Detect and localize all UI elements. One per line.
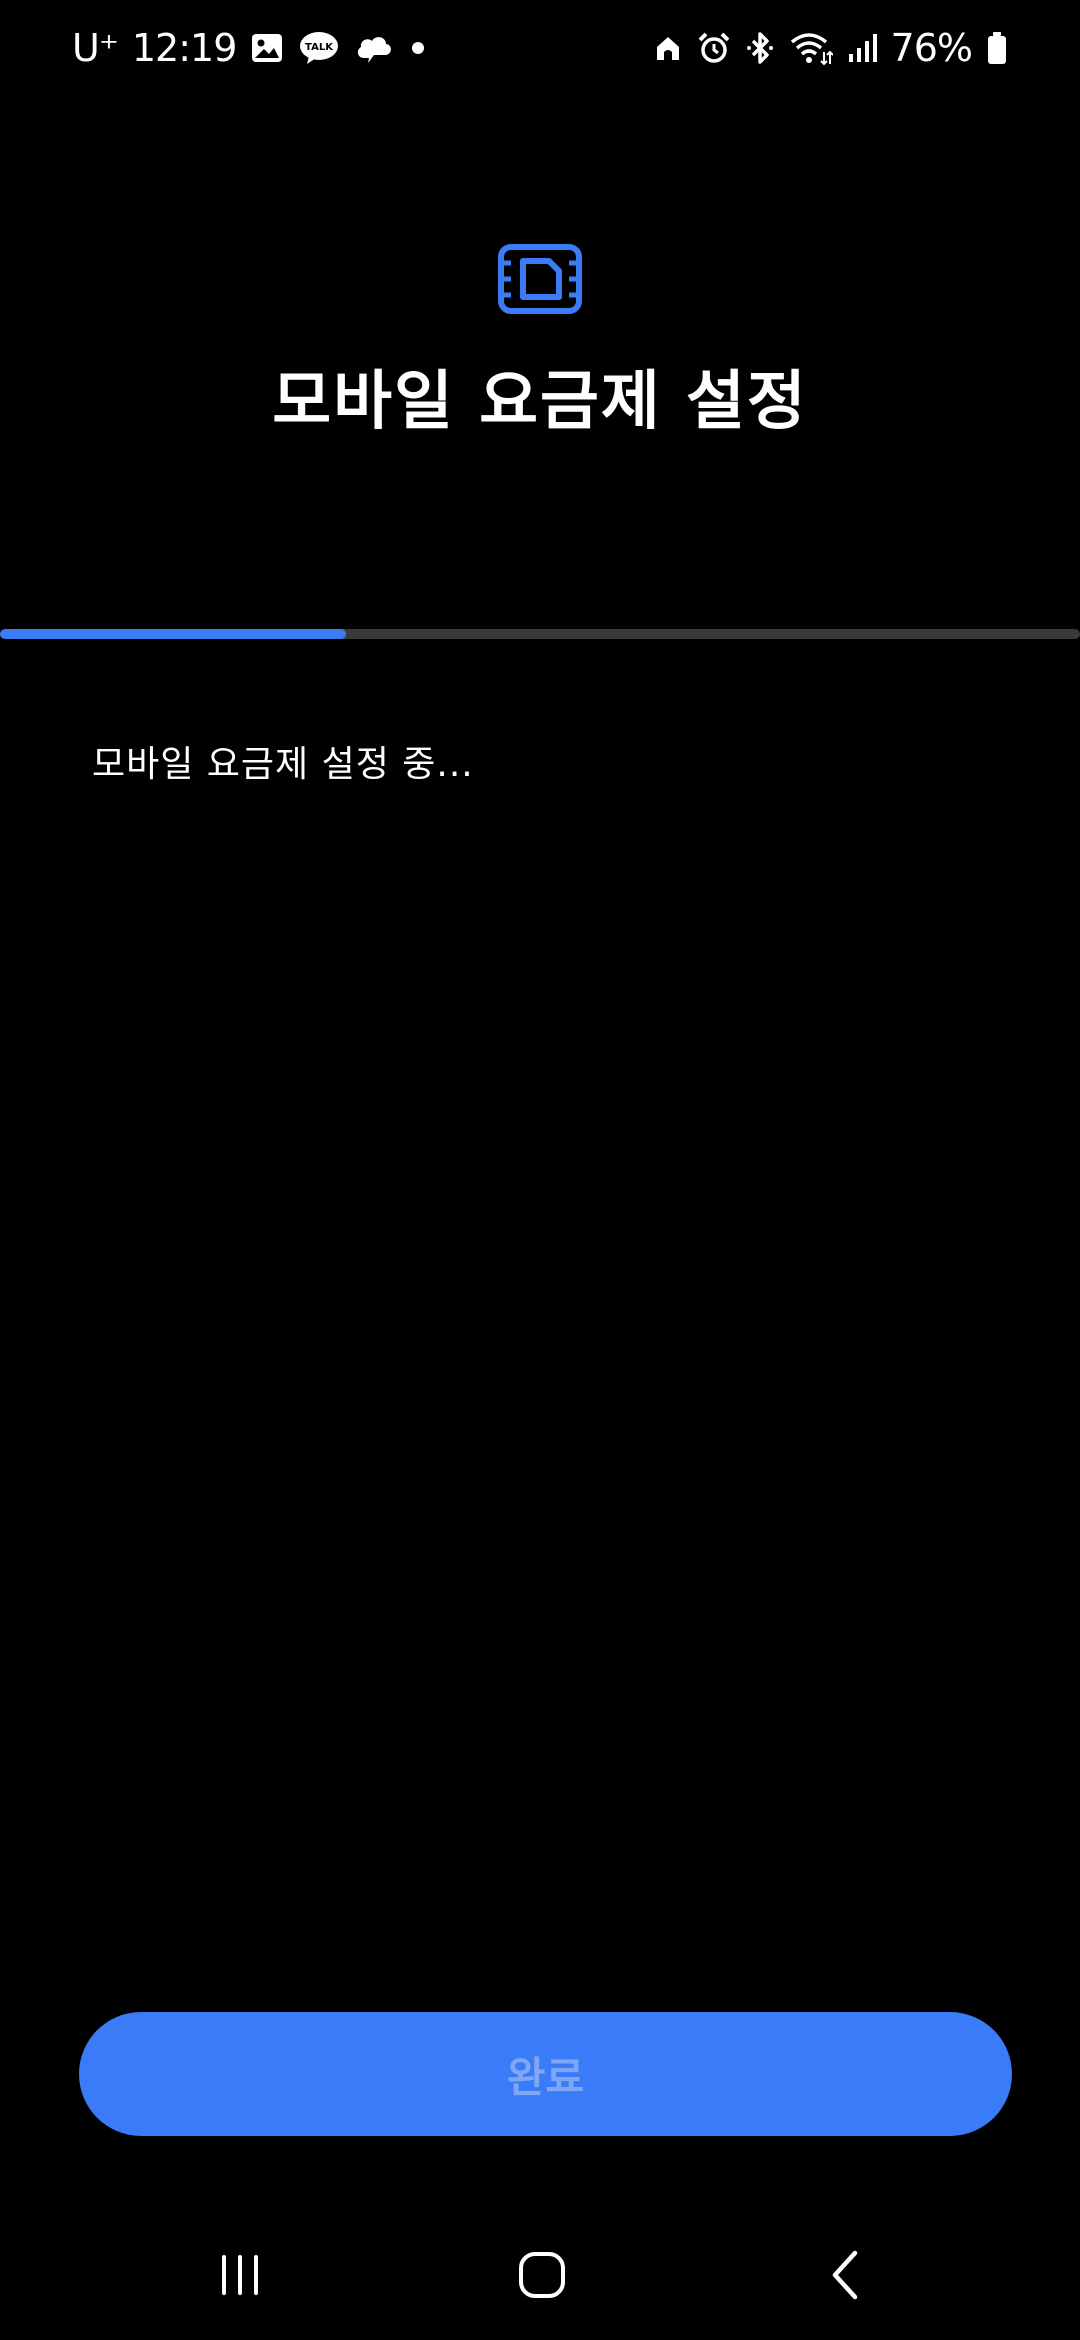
status-message: 모바일 요금제 설정 중... (92, 744, 474, 785)
home-button[interactable] (482, 2242, 602, 2312)
page-title: 모바일 요금제 설정 (272, 365, 808, 439)
recents-icon (216, 2251, 264, 2303)
navigation-bar (0, 2220, 1080, 2340)
status-right: 76% (653, 22, 1008, 74)
battery-icon (986, 31, 1008, 65)
bluetooth-icon (745, 31, 775, 65)
recents-button[interactable] (180, 2242, 300, 2312)
status-bar: U⁺ 12:19 TALK 76% (0, 0, 1080, 96)
gallery-icon (250, 31, 284, 65)
kakaotalk-icon: TALK (298, 30, 340, 66)
back-icon (825, 2249, 865, 2305)
sim-card-icon (497, 243, 583, 315)
status-left: U⁺ 12:19 TALK (72, 22, 428, 74)
home-icon (653, 33, 683, 63)
svg-text:TALK: TALK (305, 42, 334, 53)
progress-fill (0, 629, 346, 639)
progress-bar (0, 629, 1080, 639)
signal-icon (847, 32, 877, 64)
done-button[interactable]: 완료 (79, 2012, 1012, 2136)
dot-icon (408, 38, 428, 58)
wifi-icon (789, 30, 833, 66)
battery-percent: 76% (890, 26, 973, 70)
alarm-icon (697, 31, 731, 65)
back-button[interactable] (785, 2242, 905, 2312)
cloud-icon (354, 30, 394, 66)
carrier-label: U⁺ (72, 26, 119, 70)
clock: 12:19 (131, 26, 238, 70)
home-button-icon (516, 2249, 568, 2305)
